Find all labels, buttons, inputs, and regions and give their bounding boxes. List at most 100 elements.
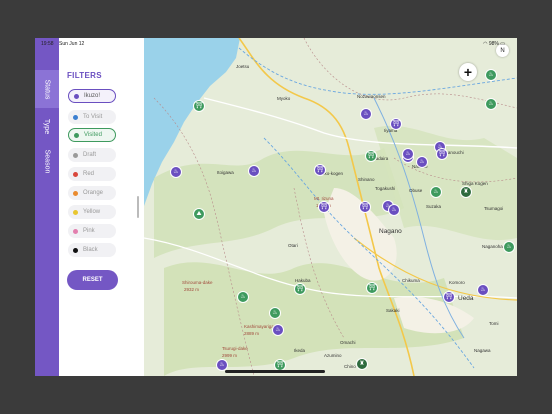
tab-type-label: Type [43, 118, 51, 134]
filter-chip-yellow[interactable]: Yellow [68, 205, 116, 219]
map-pin[interactable]: ♨ [269, 307, 281, 319]
peak-name: Shirouma-dake [182, 280, 213, 285]
filters-title: FILTERS [67, 71, 102, 80]
place-label: Shinano [358, 177, 375, 182]
map-pin[interactable]: ♨ [503, 241, 515, 253]
map-pin[interactable]: ♜ [460, 186, 472, 198]
color-dot-icon [73, 247, 78, 253]
peak-height: 2889 m [244, 331, 260, 336]
map-pin[interactable]: ♨ [485, 69, 497, 81]
wifi-icon: ◠ [483, 41, 488, 47]
status-battery: ◠ 98% ▭ [483, 41, 505, 47]
filter-chip-label: Red [83, 171, 95, 177]
place-label: Ikeda [294, 348, 306, 353]
peak-name: Tsurugi-dake [222, 346, 248, 351]
filter-chip-label: Yellow [83, 209, 101, 215]
place-label: Azumino [324, 353, 342, 358]
filter-chip-black[interactable]: Black [68, 243, 116, 257]
map-pin[interactable]: ♨ [248, 165, 260, 177]
home-indicator [225, 370, 325, 373]
status-time: 19:58 [41, 41, 54, 47]
color-dot-icon [74, 93, 79, 99]
map-pin[interactable]: ♨ [416, 156, 428, 168]
place-label: Tsumagoi [484, 206, 504, 211]
filter-chip-orange[interactable]: Orange [68, 186, 116, 200]
status-bar: 19:58 Sun Jun 12 ◠ 98% ▭ [35, 38, 517, 50]
place-label: Omachi [340, 340, 356, 345]
map-view[interactable]: Joetsu Myoko Nozawaonsen Iiyama Nakano S… [144, 38, 517, 376]
map-pin[interactable]: ⛰ [193, 208, 205, 220]
map-pin[interactable]: ♨ [485, 98, 497, 110]
tab-status[interactable]: Status [35, 70, 59, 108]
place-label: Otari [288, 243, 298, 248]
color-dot-icon [73, 171, 78, 177]
filter-chip-ikuzo[interactable]: Ikuzo! [68, 89, 116, 103]
color-dot-icon [73, 228, 78, 234]
color-dot-icon [73, 190, 78, 196]
place-label: Joetsu [236, 64, 250, 69]
place-label: Nagawa [474, 348, 491, 353]
color-dot-icon [73, 114, 78, 120]
map-pin[interactable]: ⛩ [193, 100, 205, 112]
place-label: Tomi [489, 321, 499, 326]
reset-button[interactable]: RESET [67, 270, 118, 290]
color-dot-icon [74, 132, 79, 138]
filter-chip-visited[interactable]: Visited [68, 128, 116, 142]
map-pin[interactable]: ⛩ [390, 118, 402, 130]
filter-chip-label: Ikuzo! [84, 93, 101, 99]
place-label: Suzaka [426, 204, 442, 209]
place-label: Ueda [458, 295, 474, 302]
tab-season-label: Season [43, 149, 51, 173]
filter-chip-draft[interactable]: Draft [68, 148, 116, 162]
map-pin[interactable]: ⛩ [318, 201, 330, 213]
map-pin[interactable]: ♨ [170, 166, 182, 178]
map-pin[interactable]: ♨ [430, 186, 442, 198]
map-pin[interactable]: ♨ [360, 108, 372, 120]
map-pin[interactable]: ⛩ [365, 150, 377, 162]
map-pin[interactable]: ⛩ [443, 291, 455, 303]
place-label: Chino [344, 364, 356, 369]
filter-chip-label: Orange [83, 190, 104, 196]
color-dot-icon [73, 152, 78, 158]
tab-season[interactable]: Season [35, 142, 59, 180]
peak-height: 2999 m [222, 353, 238, 358]
map-pin[interactable]: ⛩ [294, 283, 306, 295]
status-date: Sun Jun 12 [59, 41, 85, 47]
filter-chip-label: Pink [83, 228, 95, 234]
tab-type[interactable]: Type [35, 107, 59, 145]
filter-chip-label: Black [83, 247, 98, 253]
color-dot-icon [73, 209, 78, 215]
filter-chip-red[interactable]: Red [68, 167, 116, 181]
panel-resize-handle[interactable] [137, 196, 139, 218]
battery-percent: 98% [488, 41, 499, 47]
map-pin[interactable]: ♨ [388, 204, 400, 216]
place-label: Chikuma [402, 278, 420, 283]
map-pin[interactable]: ♨ [477, 284, 489, 296]
map-pin[interactable]: ⛩ [314, 164, 326, 176]
ipad-screen: 19:58 Sun Jun 12 ◠ 98% ▭ Status Type Sea… [35, 38, 517, 376]
filter-chip-to-visit[interactable]: To Visit [68, 110, 116, 124]
tab-status-label: Status [43, 79, 51, 99]
filter-chip-label: Draft [83, 152, 97, 158]
filters-panel: FILTERS Ikuzo! To Visit Visited Draft Red Ora… [59, 38, 144, 376]
filter-chip-pink[interactable]: Pink [68, 224, 116, 238]
place-label: Itoigawa [217, 170, 234, 175]
map-pin[interactable]: ♨ [272, 324, 284, 336]
place-label: Obuse [409, 188, 423, 193]
map-pin[interactable]: ♜ [356, 358, 368, 370]
place-label: Sakaki [386, 308, 400, 313]
map-pin[interactable]: ♨ [237, 291, 249, 303]
filter-chip-label: Visited [84, 132, 102, 138]
map-pin[interactable]: ⛩ [436, 148, 448, 160]
place-label: Nozawaonsen [357, 94, 386, 99]
peak-height: 2932 m [184, 287, 200, 292]
map-pin[interactable]: ♨ [402, 148, 414, 160]
zoom-in-button[interactable]: + [459, 63, 477, 81]
place-label: Nagano [379, 228, 402, 235]
map-pin[interactable]: ⛩ [366, 282, 378, 294]
filter-tab-bar: Status Type Season [35, 38, 59, 376]
place-label: Komoro [449, 280, 465, 285]
place-label: Togakushi [375, 186, 396, 191]
map-pin[interactable]: ⛩ [359, 201, 371, 213]
battery-icon: ▭ [500, 41, 505, 47]
